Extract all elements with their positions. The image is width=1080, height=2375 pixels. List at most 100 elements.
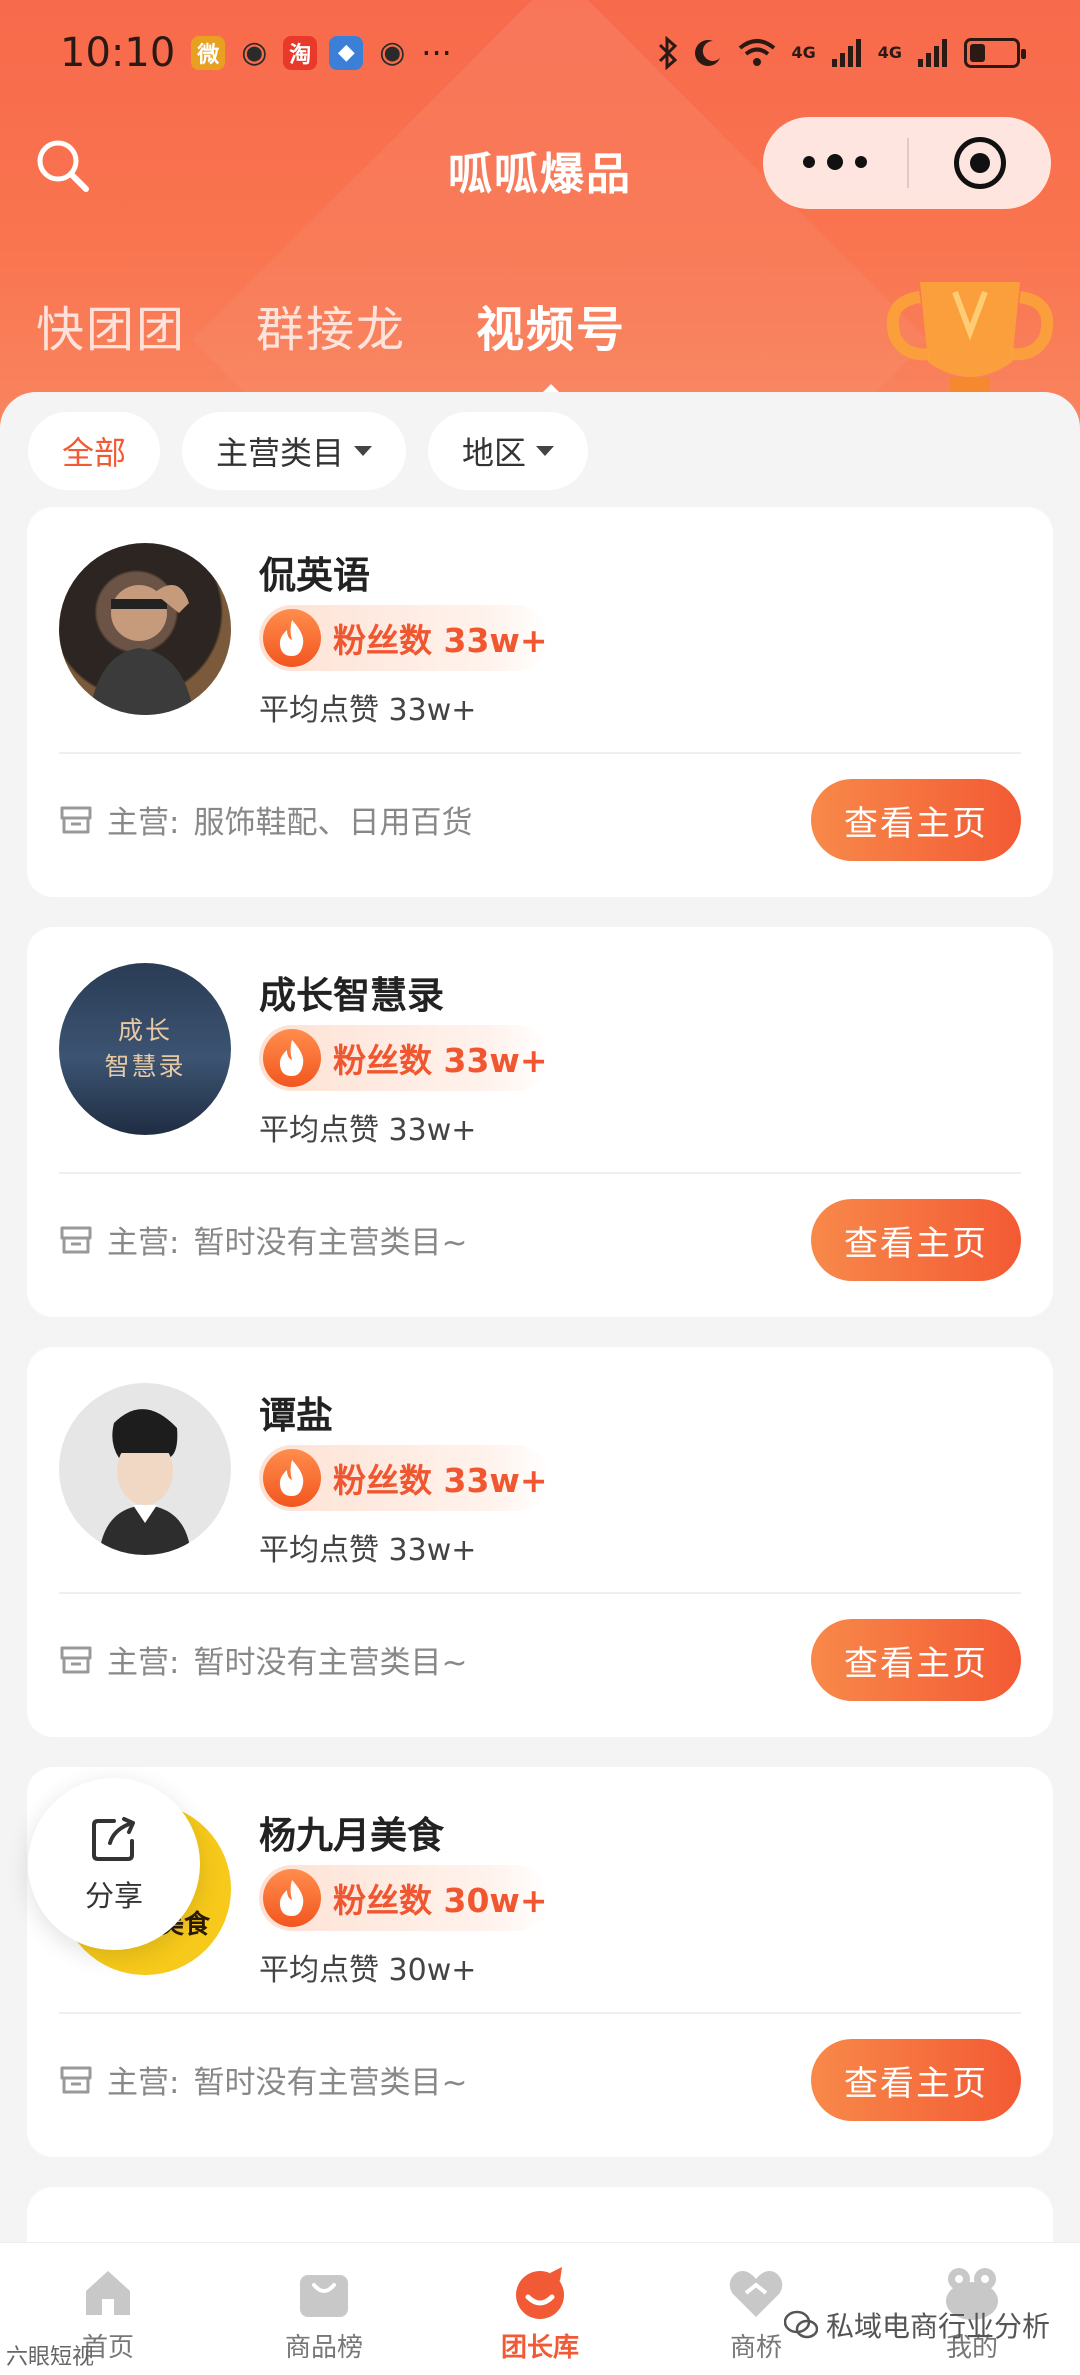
main-category-value: 服饰鞋配、日用百货 — [193, 805, 473, 841]
view-homepage-button[interactable]: 查看主页 — [811, 779, 1021, 861]
main-category-value: 暂时没有主营类目~ — [193, 1645, 468, 1681]
leader-icon — [516, 2267, 564, 2319]
flame-icon — [263, 609, 321, 667]
share-icon — [92, 1817, 135, 1861]
creator-name: 成长智慧录 — [259, 974, 444, 1017]
view-homepage-button[interactable]: 查看主页 — [811, 1199, 1021, 1281]
tab-qunjielong[interactable]: 群接龙 — [256, 290, 406, 360]
card-divider — [59, 2012, 1021, 2014]
bluetooth-icon — [659, 35, 678, 70]
tabbar-ranking[interactable]: 商品榜 — [216, 2243, 432, 2375]
fans-badge: 粉丝数 33w+ — [259, 605, 549, 671]
store-icon — [60, 1646, 92, 1673]
filter-all[interactable]: 全部 — [28, 412, 161, 490]
miniprogram-capsule — [763, 117, 1051, 209]
filter-label: 主营类目 — [216, 434, 345, 472]
tabbar-label: 团长库 — [500, 2333, 579, 2363]
tab-shipinhao[interactable]: 视频号 — [476, 290, 626, 398]
flame-icon — [263, 1869, 321, 1927]
main-category-row: 主营: 暂时没有主营类目~ — [59, 1217, 467, 1262]
card-divider — [59, 752, 1021, 754]
network-type: 4G — [791, 43, 816, 62]
content-panel: 全部 主营类目 地区 侃英语 粉丝数 33w+ 平均点赞 33w+ 主营: 服饰… — [0, 392, 1080, 2307]
avatar-illustration — [99, 1409, 191, 1555]
creator-card[interactable]: 侃英语 粉丝数 33w+ 平均点赞 33w+ 主营: 服饰鞋配、日用百货 查看主… — [27, 507, 1053, 897]
main-category-label: 主营: — [107, 1225, 180, 1261]
avatar — [59, 543, 231, 715]
avatar-text: 智慧录 — [104, 1052, 186, 1081]
platform-tabs: 快团团 群接龙 视频号 — [36, 290, 626, 398]
filter-region-dropdown[interactable]: 地区 — [428, 412, 589, 490]
fans-badge: 粉丝数 30w+ — [259, 1865, 549, 1931]
filter-category-dropdown[interactable]: 主营类目 — [182, 412, 407, 490]
share-button[interactable]: 分享 — [28, 1778, 200, 1950]
wechat-icon: ◉ — [241, 35, 268, 70]
tabbar-leader-library[interactable]: 团长库 — [432, 2243, 648, 2375]
caret-down-icon — [536, 446, 555, 456]
tabbar-label: 商品榜 — [284, 2333, 363, 2363]
browser-icon: ◆ — [329, 35, 364, 70]
creator-card[interactable]: 谭盐 粉丝数 33w+ 平均点赞 33w+ 主营: 暂时没有主营类目~ 查看主页 — [27, 1347, 1053, 1737]
average-likes: 平均点赞 33w+ — [259, 693, 477, 728]
weibo-icon: 微 — [191, 35, 226, 70]
store-icon — [60, 1226, 92, 1253]
wechat-icon: ◉ — [379, 35, 406, 70]
view-homepage-button[interactable]: 查看主页 — [811, 2039, 1021, 2121]
fans-count: 粉丝数 30w+ — [333, 1881, 548, 1920]
share-label: 分享 — [84, 1879, 143, 1913]
signal-icon — [918, 38, 947, 67]
main-category-value: 暂时没有主营类目~ — [193, 1225, 468, 1261]
fans-badge: 粉丝数 33w+ — [259, 1445, 549, 1511]
watermark-left: 六眼短视 — [6, 2345, 95, 2370]
store-icon — [60, 806, 92, 833]
creator-name: 杨九月美食 — [259, 1814, 444, 1857]
more-notifications-icon: ··· — [421, 33, 452, 72]
tab-kuaituantuan[interactable]: 快团团 — [36, 290, 186, 360]
average-likes: 平均点赞 33w+ — [259, 1533, 477, 1568]
store-icon — [60, 2066, 92, 2093]
close-miniprogram-button[interactable] — [909, 137, 1051, 189]
fans-count: 粉丝数 33w+ — [333, 621, 548, 660]
network-type: 4G — [877, 43, 902, 62]
home-icon — [86, 2271, 130, 2315]
avatar: 成长 智慧录 — [59, 963, 231, 1135]
filter-bar: 全部 主营类目 地区 — [28, 412, 589, 490]
status-right: 4G 4G — [657, 35, 1026, 70]
more-menu-button[interactable] — [763, 154, 907, 170]
creator-card[interactable]: 成长 智慧录 成长智慧录 粉丝数 33w+ 平均点赞 33w+ 主营: 暂时没有… — [27, 927, 1053, 1317]
battery-level — [970, 43, 985, 62]
main-category-row: 主营: 暂时没有主营类目~ — [59, 2057, 467, 2102]
fans-count: 粉丝数 33w+ — [333, 1041, 548, 1080]
signal-icon — [831, 38, 861, 67]
flame-icon — [263, 1029, 321, 1087]
main-category-value: 暂时没有主营类目~ — [193, 2065, 468, 2101]
creator-name: 侃英语 — [259, 554, 370, 597]
main-category-row: 主营: 暂时没有主营类目~ — [59, 1637, 467, 1682]
main-category-label: 主营: — [107, 1645, 180, 1681]
avatar-photo — [89, 585, 194, 715]
average-likes: 平均点赞 30w+ — [259, 1953, 477, 1988]
fans-badge: 粉丝数 33w+ — [259, 1025, 549, 1091]
avatar — [59, 1383, 231, 1555]
filter-label: 全部 — [62, 434, 127, 472]
view-homepage-button[interactable]: 查看主页 — [811, 1619, 1021, 1701]
watermark: 私域电商行业分析 — [783, 2305, 1050, 2345]
taobao-icon: 淘 — [283, 35, 318, 70]
fans-count: 粉丝数 33w+ — [333, 1461, 548, 1500]
watermark-text: 私域电商行业分析 — [825, 2310, 1050, 2343]
status-bar: 10:10 微 ◉ 淘 ◆ ◉ ··· 4G 4G — [0, 0, 1080, 105]
avatar-text: 成长 — [117, 1015, 172, 1045]
creator-name: 谭盐 — [259, 1394, 333, 1437]
bridge-icon — [729, 2271, 783, 2317]
tabbar-label: 商桥 — [729, 2333, 782, 2363]
wechat-icon — [783, 2310, 818, 2339]
card-divider — [59, 1592, 1021, 1594]
status-time: 10:10 — [60, 29, 176, 76]
moon-icon — [695, 39, 721, 66]
filter-label: 地区 — [462, 434, 527, 472]
battery-icon — [964, 37, 1026, 68]
bag-icon — [300, 2275, 348, 2317]
average-likes: 平均点赞 33w+ — [259, 1113, 477, 1148]
main-category-label: 主营: — [107, 2065, 180, 2101]
flame-icon — [263, 1449, 321, 1507]
